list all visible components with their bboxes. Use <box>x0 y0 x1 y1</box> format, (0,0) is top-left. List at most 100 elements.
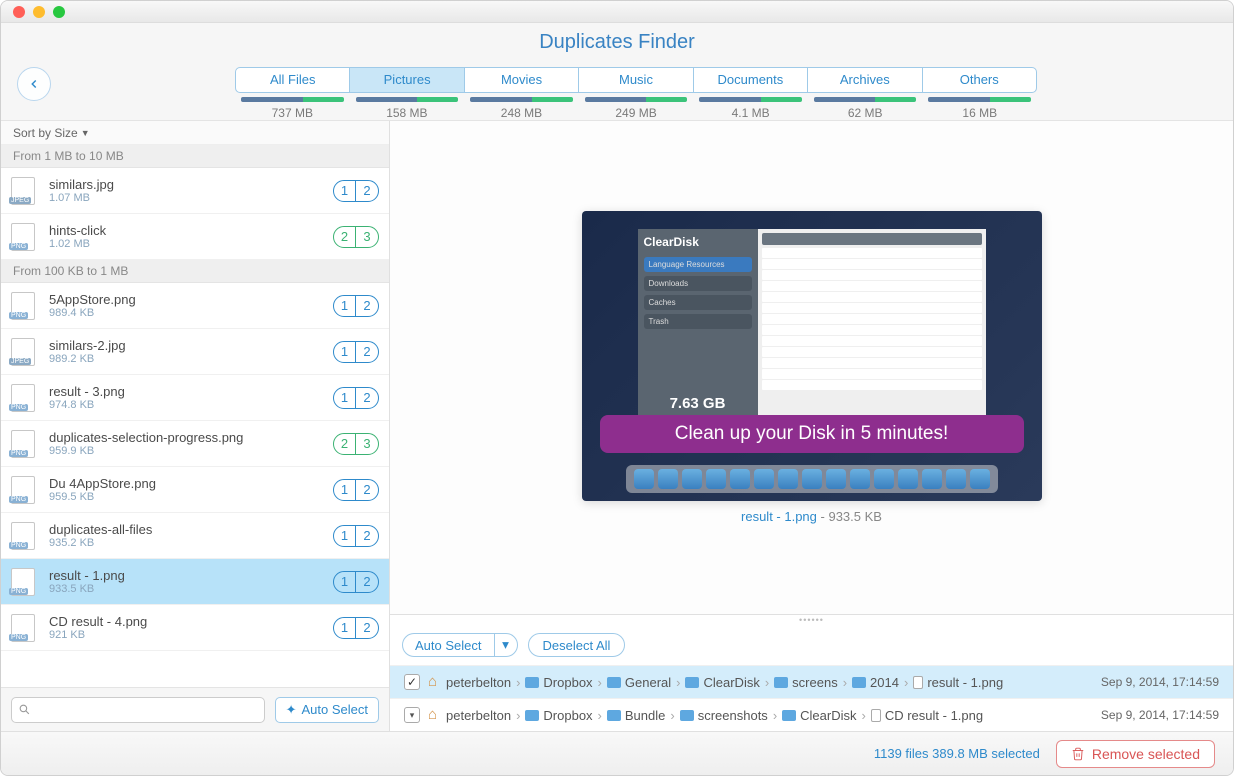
file-row[interactable]: PNGresult - 1.png933.5 KB12 <box>1 559 389 605</box>
duplicate-count-pill[interactable]: 12 <box>333 479 379 501</box>
search-input[interactable] <box>11 697 265 723</box>
detail-content: ClearDisk Language Resources Downloads C… <box>390 121 1233 731</box>
zoom-window-button[interactable] <box>53 6 65 18</box>
tab-bar <box>922 97 1037 102</box>
file-row[interactable]: PNG duplicates-selection-progress.png959.… <box>1 421 389 467</box>
file-icon: JPEG <box>11 338 39 366</box>
remove-selected-button[interactable]: Remove selected <box>1056 740 1215 768</box>
folder-icon <box>852 677 866 688</box>
file-name: duplicates-all-files <box>49 522 333 537</box>
search-icon <box>18 703 31 716</box>
preview-caption: result - 1.png - 933.5 KB <box>741 509 882 524</box>
file-list[interactable]: From 1 MB to 10 MBJPEGsimilars.jpg1.07 M… <box>1 145 389 687</box>
breadcrumb: peterbelton›Dropbox›Bundle›screenshots›C… <box>428 708 1093 723</box>
file-row[interactable]: PNGhints-click1.02 MB23 <box>1 214 389 260</box>
folder-icon <box>774 677 788 688</box>
duplicate-path-row[interactable]: peterbelton›Dropbox›Bundle›screenshots›C… <box>390 698 1233 731</box>
file-icon: PNG <box>11 522 39 550</box>
auto-select-button[interactable]: Auto Select <box>402 633 494 657</box>
deselect-all-button[interactable]: Deselect All <box>528 633 626 657</box>
group-header: From 100 KB to 1 MB <box>1 260 389 283</box>
file-size: 1.07 MB <box>49 192 333 204</box>
home-icon <box>428 677 442 688</box>
file-name: duplicates-selection-progress.png <box>49 430 333 445</box>
pane-drag-handle[interactable]: •••••• <box>390 615 1233 625</box>
tab-usage-bars <box>235 97 1037 102</box>
close-window-button[interactable] <box>13 6 25 18</box>
footer: 1139 files 389.8 MB selected Remove sele… <box>1 731 1233 775</box>
file-size: 935.2 KB <box>49 537 333 549</box>
file-name: 5AppStore.png <box>49 292 333 307</box>
chevron-down-icon: ▾ <box>502 637 509 653</box>
file-size: 959.9 KB <box>49 445 333 457</box>
minimize-window-button[interactable] <box>33 6 45 18</box>
file-icon: PNG <box>11 476 39 504</box>
duplicate-count-pill[interactable]: 12 <box>333 295 379 317</box>
preview-image: ClearDisk Language Resources Downloads C… <box>582 211 1042 501</box>
file-row[interactable]: PNG CD result - 4.png921 KB12 <box>1 605 389 651</box>
folder-icon <box>525 710 539 721</box>
file-row[interactable]: JPEGsimilars.jpg1.07 MB12 <box>1 168 389 214</box>
tab-archives[interactable]: Archives <box>808 68 922 92</box>
duplicate-count-pill[interactable]: 23 <box>333 226 379 248</box>
file-row[interactable]: PNG duplicates-all-files935.2 KB12 <box>1 513 389 559</box>
file-icon: PNG <box>11 292 39 320</box>
duplicate-count-pill[interactable]: 23 <box>333 433 379 455</box>
file-name: Du 4AppStore.png <box>49 476 333 491</box>
file-name: CD result - 4.png <box>49 614 333 629</box>
file-icon <box>913 676 923 689</box>
tab-bar <box>350 97 465 102</box>
duplicate-count-pill[interactable]: 12 <box>333 387 379 409</box>
duplicate-path-row[interactable]: peterbelton›Dropbox›General›ClearDisk›sc… <box>390 665 1233 698</box>
chevron-left-icon <box>27 77 41 91</box>
tab-bar <box>579 97 694 102</box>
sort-dropdown[interactable]: Sort by Size ▼ <box>1 121 389 145</box>
file-list-sidebar: Sort by Size ▼ From 1 MB to 10 MBJPEGsim… <box>1 121 390 731</box>
tab-music[interactable]: Music <box>579 68 693 92</box>
duplicate-count-pill[interactable]: 12 <box>333 525 379 547</box>
tab-size-label: 248 MB <box>464 106 579 120</box>
detail-toolbar: Auto Select ▾ Deselect All <box>390 625 1233 665</box>
file-icon: PNG <box>11 430 39 458</box>
tab-size-label: 62 MB <box>808 106 923 120</box>
app-title: Duplicates Finder <box>539 31 695 54</box>
tab-movies[interactable]: Movies <box>465 68 579 92</box>
file-size: 989.4 KB <box>49 307 333 319</box>
file-row[interactable]: JPEG similars-2.jpg989.2 KB12 <box>1 329 389 375</box>
tab-all-files[interactable]: All Files <box>236 68 350 92</box>
path-checkbox[interactable] <box>404 674 420 690</box>
file-icon: PNG <box>11 614 39 642</box>
back-button[interactable] <box>17 67 51 101</box>
file-size: 933.5 KB <box>49 583 333 595</box>
toolbar: All FilesPicturesMoviesMusicDocumentsArc… <box>1 61 1233 121</box>
duplicate-count-pill[interactable]: 12 <box>333 617 379 639</box>
duplicate-count-pill[interactable]: 12 <box>333 180 379 202</box>
auto-select-sidebar-button[interactable]: ✦ Auto Select <box>275 697 379 723</box>
file-name: similars.jpg <box>49 177 333 192</box>
folder-icon <box>607 710 621 721</box>
tab-bar <box>235 97 350 102</box>
tab-others[interactable]: Others <box>923 68 1036 92</box>
preview-pane: ClearDisk Language Resources Downloads C… <box>390 121 1233 615</box>
tab-bar <box>808 97 923 102</box>
file-size: 989.2 KB <box>49 353 333 365</box>
file-row[interactable]: PNGresult - 3.png974.8 KB12 <box>1 375 389 421</box>
tab-pictures[interactable]: Pictures <box>350 68 464 92</box>
tab-size-label: 158 MB <box>350 106 465 120</box>
file-name: similars-2.jpg <box>49 338 333 353</box>
home-icon <box>428 710 442 721</box>
tab-size-label: 16 MB <box>922 106 1037 120</box>
file-size: 921 KB <box>49 629 333 641</box>
file-row[interactable]: PNG 5AppStore.png989.4 KB12 <box>1 283 389 329</box>
auto-select-dropdown[interactable]: ▾ <box>494 633 518 657</box>
duplicate-count-pill[interactable]: 12 <box>333 571 379 593</box>
trash-icon <box>1071 747 1085 761</box>
folder-icon <box>782 710 796 721</box>
file-row[interactable]: PNGDu 4AppStore.png959.5 KB12 <box>1 467 389 513</box>
category-tabs: All FilesPicturesMoviesMusicDocumentsArc… <box>235 67 1037 93</box>
tab-size-label: 737 MB <box>235 106 350 120</box>
duplicate-count-pill[interactable]: 12 <box>333 341 379 363</box>
path-checkbox[interactable] <box>404 707 420 723</box>
file-size: 974.8 KB <box>49 399 333 411</box>
tab-documents[interactable]: Documents <box>694 68 808 92</box>
